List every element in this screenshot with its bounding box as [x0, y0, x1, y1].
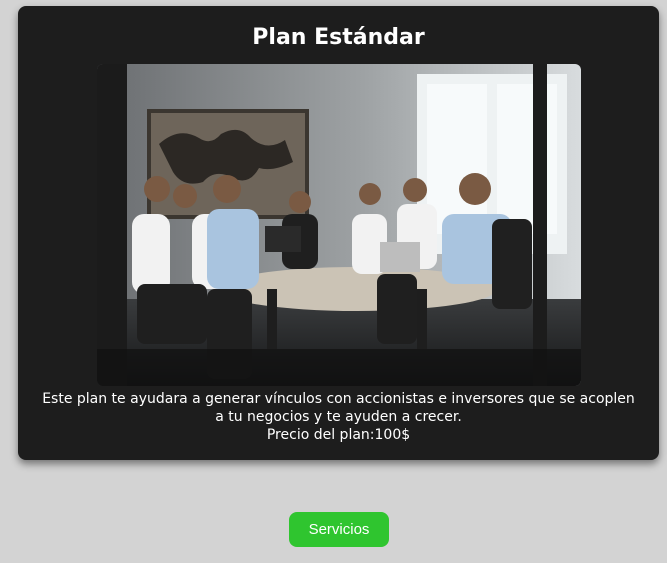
plan-card: Plan Estándar Este plan te ayudara a gen… — [18, 6, 659, 460]
plan-title: Plan Estándar — [252, 25, 425, 50]
meeting-photo — [97, 64, 581, 386]
plan-price: Precio del plan:100$ — [266, 427, 411, 443]
plan-description: Este plan te ayudara a generar vínculos … — [42, 391, 635, 425]
plan-description-block: Este plan te ayudara a generar vínculos … — [38, 390, 639, 444]
services-button[interactable]: Servicios — [289, 512, 389, 547]
